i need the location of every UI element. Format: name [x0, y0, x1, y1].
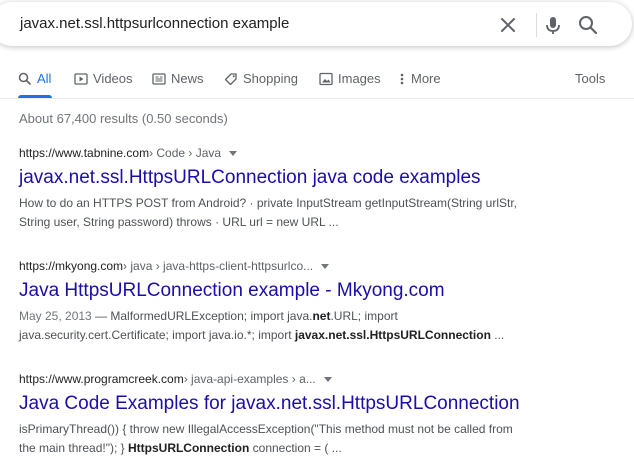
chevron-down-icon[interactable] [323, 376, 332, 382]
tab-label: Images [338, 71, 381, 86]
search-bar-divider [536, 13, 537, 37]
result-breadcrumb: https://www.programcreek.com › java-api-… [19, 372, 619, 386]
snippet-text: .URL; import [330, 309, 398, 323]
search-input[interactable]: javax.net.ssl.httpsurlconnection example [20, 15, 289, 32]
snippet-highlight: net [312, 309, 331, 323]
result-breadcrumb: https://www.tabnine.com › Code › Java [19, 146, 619, 160]
snippet-text: connection = ( ... [249, 441, 342, 455]
search-result: https://mkyong.com › java › java-https-c… [19, 259, 619, 345]
result-url[interactable]: https://www.programcreek.com [19, 372, 184, 386]
tools-label: Tools [575, 71, 606, 86]
news-icon [152, 72, 166, 85]
snippet-highlight: javax.net.ssl.HttpsURLConnection [294, 328, 491, 342]
tabs-divider [0, 98, 634, 99]
tab-label: Videos [93, 71, 133, 86]
tab-news[interactable]: News [152, 71, 204, 86]
snippet-line: How to do an HTTPS POST from Android? · … [19, 196, 517, 210]
tab-more[interactable]: More [398, 71, 441, 86]
snippet-line: java.security.cert.Certificate; import j… [19, 326, 619, 345]
search-icon [18, 72, 32, 85]
result-stats: About 67,400 results (0.50 seconds) [19, 111, 228, 126]
microphone-icon[interactable] [542, 14, 564, 36]
snippet-text: ... [490, 328, 505, 342]
chevron-down-icon[interactable] [321, 263, 330, 269]
tab-label: All [37, 71, 52, 86]
result-path: › java-api-examples › a... [183, 372, 316, 386]
result-date: May 25, 2013 [19, 309, 92, 323]
result-snippet: isPrimaryThread()) { throw new IllegalAc… [19, 420, 619, 458]
result-title-link[interactable]: javax.net.ssl.HttpsURLConnection java co… [19, 166, 619, 190]
tab-label: News [171, 71, 204, 86]
result-path: › java › java-https-client-httpsurlco... [123, 259, 314, 273]
snippet-highlight: HttpsURLConnection [127, 441, 250, 455]
result-path: › Code › Java [149, 146, 222, 160]
search-result: https://www.programcreek.com › java-api-… [19, 372, 619, 458]
search-result: https://www.tabnine.com › Code › Java ja… [19, 146, 619, 232]
result-breadcrumb: https://mkyong.com › java › java-https-c… [19, 259, 619, 273]
result-title-link[interactable]: Java HttpsURLConnection example - Mkyong… [19, 279, 619, 303]
play-icon [74, 72, 88, 85]
tab-shopping[interactable]: Shopping [224, 71, 298, 86]
tab-videos[interactable]: Videos [74, 71, 133, 86]
tab-label: More [411, 71, 441, 86]
image-icon [319, 72, 333, 85]
search-bar: javax.net.ssl.httpsurlconnection example [0, 2, 632, 46]
tab-label: Shopping [243, 71, 298, 86]
search-tabs: All Videos News Shopping Images More Too… [0, 66, 634, 98]
tab-images[interactable]: Images [319, 71, 381, 86]
result-url[interactable]: https://www.tabnine.com [19, 146, 149, 160]
snippet-line: String user, String password) throws · U… [19, 215, 339, 229]
result-snippet: May 25, 2013 — MalformedURLException; im… [19, 307, 619, 345]
snippet-line: May 25, 2013 — MalformedURLException; im… [19, 307, 619, 326]
more-vert-icon [400, 73, 404, 84]
snippet-line: the main thread!"); } HttpsURLConnection… [19, 439, 619, 458]
snippet-text: the main thread!"); } [19, 441, 128, 455]
result-snippet: How to do an HTTPS POST from Android? · … [19, 194, 619, 232]
snippet-text: java.security.cert.Certificate; import j… [19, 328, 295, 342]
search-icon[interactable] [577, 14, 599, 36]
snippet-text: — MalformedURLException; import java. [91, 309, 313, 323]
close-icon[interactable] [499, 16, 517, 34]
result-url[interactable]: https://mkyong.com [19, 259, 123, 273]
result-title-link[interactable]: Java Code Examples for javax.net.ssl.Htt… [19, 392, 619, 416]
tools-button[interactable]: Tools [575, 71, 605, 86]
tab-all[interactable]: All [18, 71, 51, 86]
snippet-line: isPrimaryThread()) { throw new IllegalAc… [19, 422, 513, 436]
chevron-down-icon[interactable] [229, 150, 238, 156]
tag-icon [224, 72, 237, 85]
